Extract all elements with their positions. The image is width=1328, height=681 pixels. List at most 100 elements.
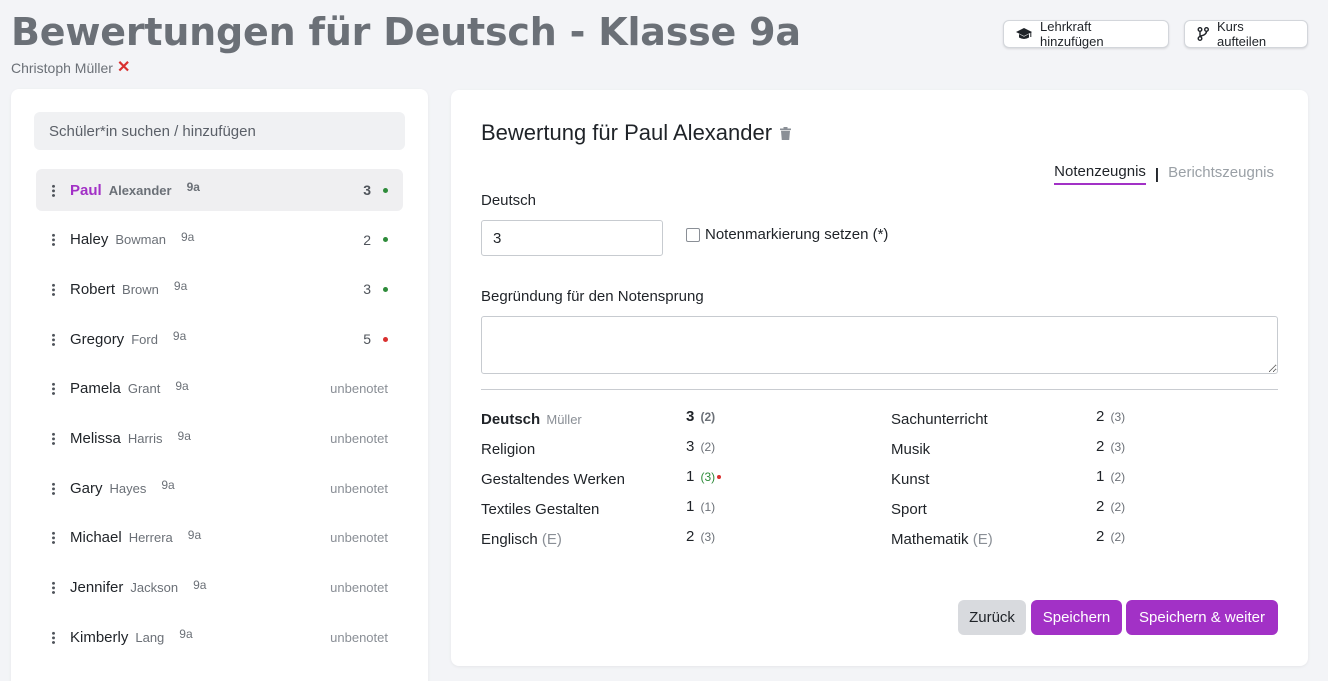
evaluation-title: Bewertung für Paul Alexander: [481, 120, 773, 145]
grade-mark-checkbox-row[interactable]: Notenmarkierung setzen (*): [686, 226, 888, 243]
student-last-name: Harris: [127, 431, 163, 446]
student-first-name: Robert: [70, 280, 116, 298]
student-grade-wrap: 3: [363, 182, 403, 198]
subject-grade-previous: (3): [700, 470, 716, 484]
student-grade-wrap: unbenotet: [330, 630, 403, 645]
subject-label-text: Sachunterricht: [891, 411, 988, 428]
kebab-menu-icon[interactable]: [36, 481, 70, 495]
student-row[interactable]: Paul Alexander 9a 3: [36, 169, 403, 211]
student-row[interactable]: Pamela Grant 9a unbenotet: [36, 368, 403, 410]
subject-label-text: Religion: [481, 441, 536, 458]
student-last-name: Grant: [127, 381, 161, 397]
subject-grade: 2 (2): [1096, 498, 1125, 515]
subject-label-text: Gestaltendes Werken: [481, 471, 625, 488]
subject-grade-current: 2: [686, 528, 695, 545]
subject-label-text: Mathematik: [891, 531, 969, 548]
reason-textarea[interactable]: [481, 316, 1278, 374]
subject-grade: 2 (3): [686, 528, 715, 545]
student-last-name: Hayes: [109, 480, 147, 496]
evaluation-panel: Bewertung für Paul Alexander Notenzeugni…: [451, 90, 1308, 666]
student-search-input[interactable]: [34, 112, 405, 150]
student-first-name: Jennifer: [70, 579, 124, 597]
student-class: 9a: [180, 229, 195, 244]
subject-name: Sachunterricht: [891, 411, 988, 428]
student-row[interactable]: Melissa Harris 9a unbenotet: [36, 418, 403, 460]
student-grade-wrap: unbenotet: [330, 381, 403, 396]
student-first-name: Gary: [70, 479, 103, 497]
student-grade-wrap: unbenotet: [330, 431, 403, 446]
subject-label-text: Textiles Gestalten: [481, 501, 600, 518]
trash-icon[interactable]: [780, 126, 792, 140]
grade-mark-label: Notenmarkierung setzen (*): [705, 226, 889, 243]
subject-name: Sport: [891, 501, 927, 518]
subject-grade-current: 2: [1096, 528, 1105, 545]
subject-name: Deutsch Müller: [481, 411, 582, 428]
subject-label-text: Sport: [891, 501, 927, 518]
kebab-menu-icon[interactable]: [36, 531, 70, 545]
student-class: 9a: [179, 627, 193, 642]
kebab-menu-icon[interactable]: [36, 332, 70, 346]
subject-grade-previous: (2): [1110, 500, 1126, 514]
student-first-name: Haley: [70, 231, 109, 249]
report-type-tabs: Notenzeugnis | Berichtszeugnis: [1054, 163, 1274, 185]
student-row[interactable]: Robert Brown 9a 3: [36, 268, 403, 310]
student-grade: unbenotet: [330, 530, 388, 546]
grade-jump-dot-icon: [717, 475, 722, 480]
student-first-name: Pamela: [70, 380, 121, 398]
subject-suffix: (E): [541, 531, 562, 548]
student-row[interactable]: Kimberly Lang 9a unbenotet: [36, 616, 403, 658]
student-row[interactable]: Haley Bowman 9a 2: [36, 219, 403, 261]
kebab-menu-icon[interactable]: [36, 432, 70, 445]
student-row[interactable]: Gregory Ford 9a 5: [36, 318, 403, 360]
subject-grade: 1 (3): [686, 468, 722, 485]
subject-name: Textiles Gestalten: [481, 501, 599, 518]
student-grade-wrap: 2: [363, 232, 403, 248]
add-teacher-button[interactable]: Lehrkraft hinzufügen: [1003, 19, 1169, 49]
student-last-name: Bowman: [115, 232, 166, 248]
subject-grade-previous: (2): [1110, 470, 1126, 484]
kebab-menu-icon[interactable]: [36, 382, 70, 396]
grade-input[interactable]: [481, 220, 663, 256]
kebab-menu-icon[interactable]: [36, 581, 70, 595]
subject-grade: 3 (2): [686, 438, 715, 455]
subject-grade-current: 1: [686, 468, 695, 485]
student-last-name: Brown: [122, 281, 159, 297]
status-dot-icon: [383, 336, 388, 342]
split-course-button[interactable]: Kurs aufteilen: [1184, 19, 1308, 49]
student-first-name: Melissa: [70, 430, 121, 447]
subject-name: Englisch (E): [481, 531, 562, 548]
kebab-menu-icon[interactable]: [36, 282, 70, 296]
subject-label-text: Kunst: [891, 471, 930, 488]
student-row[interactable]: Jennifer Jackson 9a unbenotet: [36, 567, 403, 609]
student-row[interactable]: Gary Hayes 9a unbenotet: [36, 467, 403, 509]
subject-name: Mathematik (E): [891, 531, 993, 548]
student-last-name: Alexander: [108, 182, 172, 198]
save-next-button[interactable]: Speichern & weiter: [1126, 600, 1278, 635]
kebab-menu-icon[interactable]: [36, 233, 70, 247]
student-grade: 3: [363, 182, 371, 198]
student-class: 9a: [187, 527, 202, 542]
subject-name: Musik: [891, 441, 930, 458]
tab-berichtszeugnis[interactable]: Berichtszeugnis: [1168, 164, 1274, 184]
kebab-menu-icon[interactable]: [36, 630, 70, 644]
student-grade-wrap: unbenotet: [330, 481, 403, 496]
student-class: 9a: [177, 428, 191, 443]
page-title: Bewertungen für Deutsch - Klasse 9a: [11, 10, 801, 54]
save-button[interactable]: Speichern: [1031, 600, 1122, 635]
student-grade: 5: [363, 331, 371, 348]
student-row[interactable]: Michael Herrera 9a unbenotet: [36, 517, 403, 559]
student-grade: unbenotet: [330, 629, 388, 645]
subject-grade-current: 1: [1096, 468, 1105, 485]
subject-grade-current: 2: [1096, 408, 1105, 425]
student-last-name: Ford: [131, 331, 158, 347]
student-grade: unbenotet: [330, 480, 388, 496]
student-first-name: Kimberly: [70, 628, 129, 646]
teacher-name: Christoph Müller: [11, 60, 113, 76]
tab-notenzeugnis[interactable]: Notenzeugnis: [1054, 163, 1146, 185]
kebab-menu-icon[interactable]: [36, 183, 70, 197]
subject-grade: 1 (1): [686, 498, 715, 515]
back-button[interactable]: Zurück: [958, 600, 1026, 635]
grade-mark-checkbox[interactable]: [686, 227, 700, 242]
remove-teacher-icon[interactable]: ✕: [117, 60, 130, 76]
divider: [481, 389, 1278, 390]
